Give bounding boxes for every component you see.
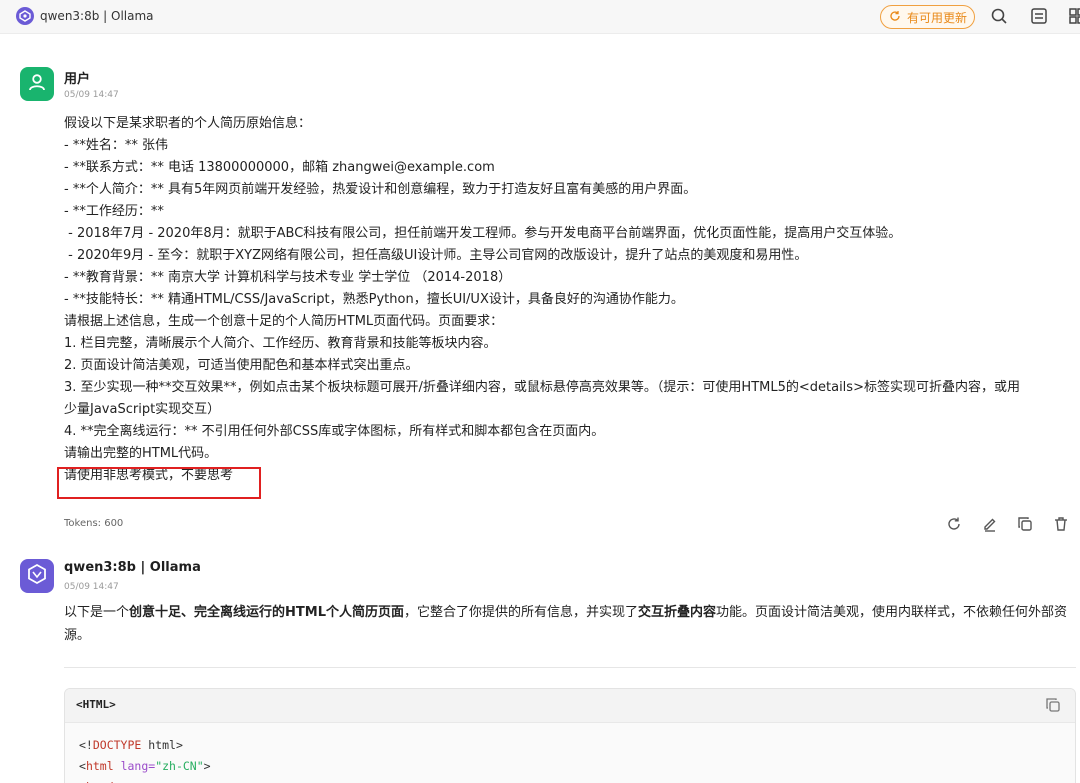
refresh-icon (889, 10, 901, 25)
grid-icon[interactable] (1068, 7, 1080, 25)
message-line: 4. **完全离线运行：** 不引用任何外部CSS库或字体图标，所有样式和脚本都… (64, 424, 605, 439)
update-button-label: 有可用更新 (907, 10, 968, 25)
code-token: lang= (113, 759, 156, 773)
message-line: 假设以下是某求职者的个人简历原始信息： (64, 116, 312, 131)
code-token: html (85, 759, 114, 773)
message-line: - **联系方式：** 电话 13800000000，邮箱 zhangwei@e… (64, 160, 495, 175)
search-icon[interactable] (990, 7, 1008, 25)
code-line: <!DOCTYPE html> (79, 735, 1061, 756)
message-line: - **个人简介：** 具有5年网页前端开发经验，热爱设计和创意编程，致力于打造… (64, 182, 697, 197)
divider (64, 667, 1076, 668)
code-block: <HTML> <!DOCTYPE html> <html lang="zh-CN… (64, 688, 1076, 783)
code-token: html> (141, 738, 183, 752)
code-token: > (203, 759, 211, 773)
message-line: 少量JavaScript实现交互） (64, 402, 221, 417)
assistant-message-time: 05/09 14:47 (64, 582, 119, 592)
message-line: 请输出完整的HTML代码。 (64, 446, 218, 461)
reply-bold-text: 交互折叠内容 (638, 605, 717, 620)
code-token: DOCTYPE (92, 738, 142, 752)
message-line: 3. 至少实现一种**交互效果**，例如点击某个板块标题可展开/折叠详细内容，或… (64, 380, 1020, 395)
message-line: 2. 页面设计简洁美观，可适当使用配色和基本样式突出重点。 (64, 358, 419, 373)
code-line: <html lang="zh-CN"> (79, 756, 1061, 777)
code-block-header: <HTML> (65, 689, 1075, 723)
app-logo-icon (16, 7, 34, 25)
user-message-time: 05/09 14:47 (64, 90, 119, 100)
user-message-body: 假设以下是某求职者的个人简历原始信息： - **姓名：** 张伟 - **联系方… (64, 113, 1074, 487)
delete-icon[interactable] (1053, 516, 1069, 532)
reply-bold-text: 创意十足、完全离线运行的HTML个人简历页面 (129, 605, 404, 620)
title-bar: qwen3:8b | Ollama 有可用更新 (0, 0, 1080, 34)
message-line: 请根据上述信息，生成一个创意十足的个人简历HTML页面代码。页面要求： (64, 314, 504, 329)
code-token: "zh-CN" (155, 759, 204, 773)
message-line: - **姓名：** 张伟 (64, 138, 168, 153)
message-line: 1. 栏目完整，清晰展示个人简介、工作经历、教育背景和技能等板块内容。 (64, 336, 497, 351)
reply-text: 以下是一个 (64, 605, 130, 620)
window-title: qwen3:8b | Ollama (40, 9, 154, 23)
assistant-avatar (20, 559, 54, 593)
user-avatar (20, 67, 54, 101)
code-line: <head> (79, 777, 1061, 783)
message-line: - **工作经历：** (64, 204, 164, 219)
message-line: - 2018年7月 - 2020年8月：就职于ABC科技有限公司，担任前端开发工… (64, 226, 902, 241)
copy-icon[interactable] (1017, 516, 1033, 532)
copy-code-icon[interactable] (1045, 697, 1061, 713)
edit-icon[interactable] (982, 516, 998, 532)
user-icon (27, 72, 47, 96)
message-line: - **技能特长：** 精通HTML/CSS/JavaScript，熟悉Pyth… (64, 292, 684, 307)
update-available-button[interactable]: 有可用更新 (880, 5, 975, 29)
message-line: - **教育背景：** 南京大学 计算机科学与技术专业 学士学位 （2014-2… (64, 270, 512, 285)
code-token: < (79, 759, 86, 773)
token-count: Tokens: 600 (64, 518, 124, 529)
user-name: 用户 (64, 72, 91, 87)
code-language-label: <HTML> (76, 698, 116, 711)
reply-text: ，它整合了你提供的所有信息，并实现了 (403, 605, 638, 620)
highlight-annotation-box (57, 467, 261, 499)
assistant-logo-icon (26, 563, 48, 589)
code-content: <!DOCTYPE html> <html lang="zh-CN"> <hea… (65, 723, 1075, 783)
regenerate-icon[interactable] (946, 516, 962, 532)
message-line: - 2020年9月 - 至今：就职于XYZ网络有限公司，担任高级UI设计师。主导… (64, 248, 808, 263)
assistant-name: qwen3:8b | Ollama (64, 560, 201, 575)
code-token: <! (79, 738, 93, 752)
split-view-icon[interactable] (1030, 7, 1048, 25)
assistant-reply-text: 以下是一个创意十足、完全离线运行的HTML个人简历页面，它整合了你提供的所有信息… (64, 601, 1070, 647)
